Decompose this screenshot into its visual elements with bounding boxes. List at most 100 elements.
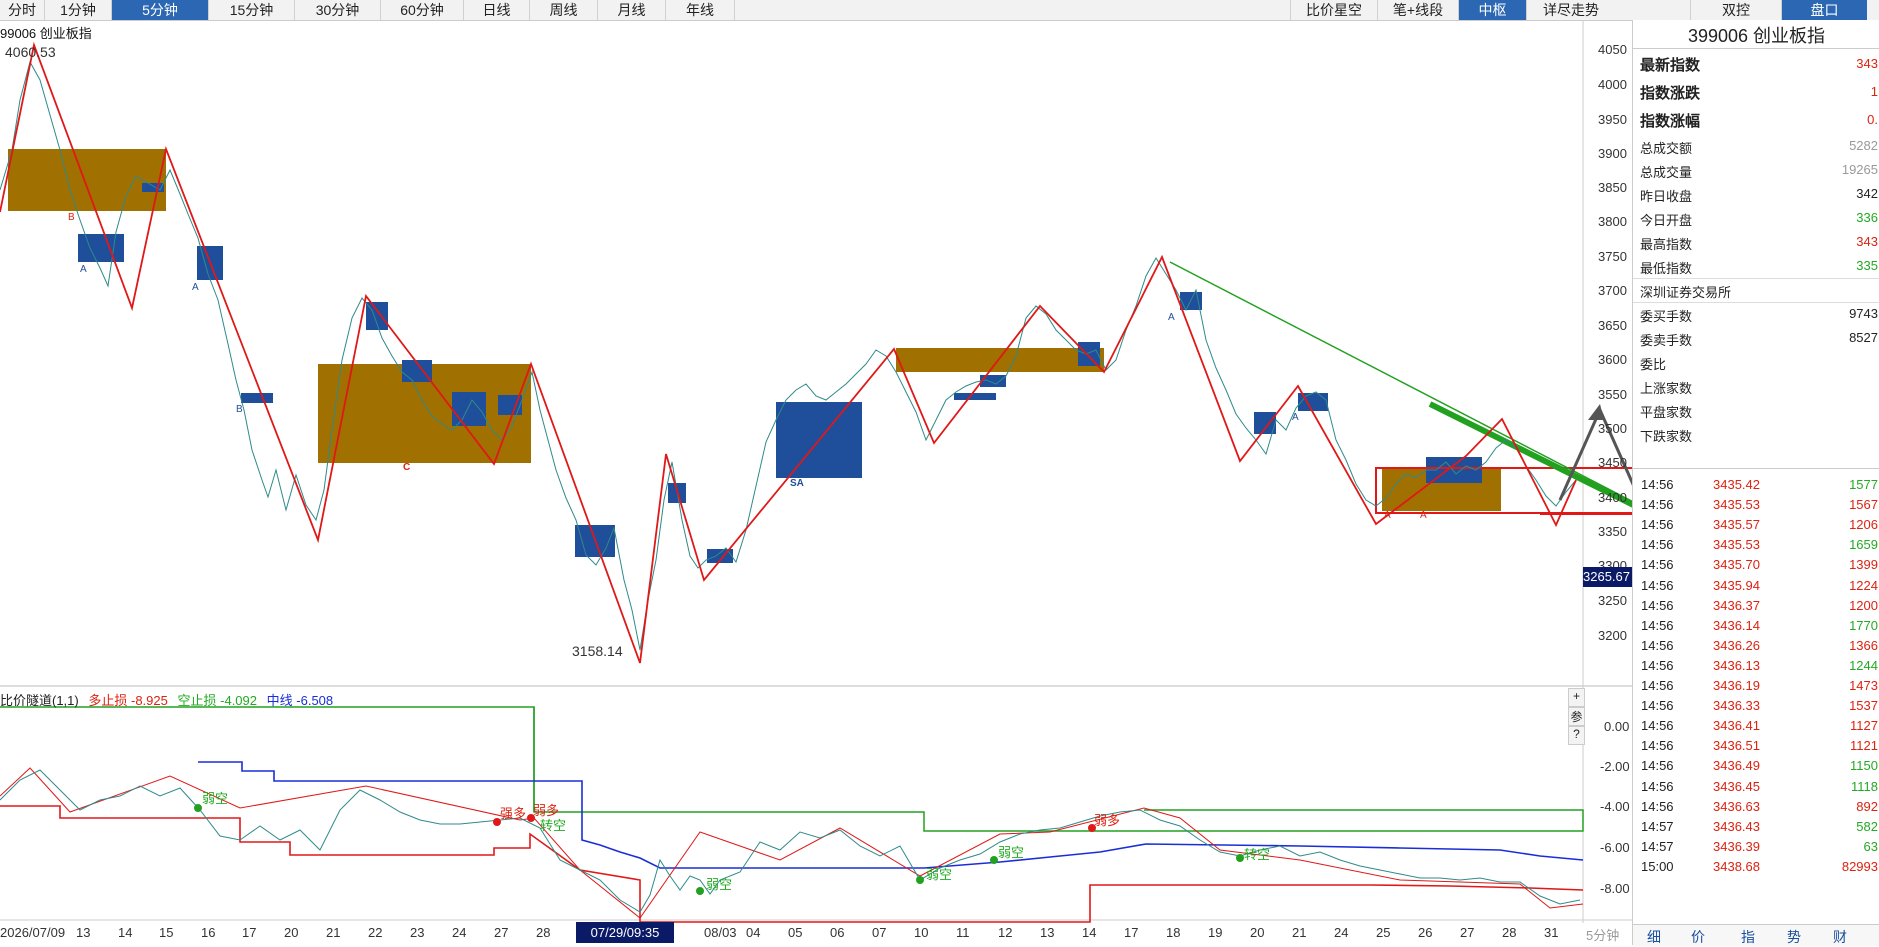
- date-tick: 28: [536, 925, 551, 940]
- price-tick: 3550: [1598, 387, 1627, 402]
- indicator-params-button[interactable]: 参: [1568, 707, 1585, 726]
- date-tick: 20: [284, 925, 299, 940]
- tick-time: 14:56: [1641, 678, 1674, 693]
- open-value: 336: [1856, 210, 1878, 225]
- tab-bi-segment[interactable]: 笔+线段: [1377, 0, 1458, 20]
- signal-label: 弱空: [202, 791, 229, 806]
- exchange-name: 深圳证券交易所: [1640, 285, 1732, 300]
- quote-bottom-tabs: 细 价 指 势 财: [1633, 924, 1879, 946]
- tick-price: 3436.63: [1713, 798, 1760, 814]
- tab-weekly[interactable]: 周线: [530, 0, 598, 20]
- tick-time: 14:56: [1641, 738, 1674, 754]
- tab-order-book[interactable]: 盘口: [1781, 0, 1867, 20]
- index-change-label: 指数涨跌: [1640, 85, 1701, 102]
- tick-price: 3436.45: [1713, 778, 1760, 794]
- date-tick: 17: [242, 925, 257, 940]
- tab-yearly[interactable]: 年线: [666, 0, 735, 20]
- tick-price: 3435.53: [1713, 497, 1760, 513]
- date-tick: 24: [452, 925, 467, 940]
- tick-volume: 1399: [1849, 557, 1878, 573]
- date-tick: 17: [1124, 925, 1139, 940]
- date-tick: 2026/07/09: [0, 925, 66, 940]
- add-indicator-button[interactable]: +: [1568, 688, 1585, 707]
- date-tick: 11: [956, 925, 970, 940]
- tab-detail[interactable]: 细: [1647, 927, 1661, 947]
- indicator-help-button[interactable]: ?: [1568, 726, 1585, 745]
- price-tick: 4000: [1598, 77, 1627, 92]
- kline-chart[interactable]: [0, 21, 1632, 923]
- tick-price: 3436.51: [1713, 738, 1760, 754]
- marker-b: B: [236, 404, 243, 415]
- open-label: 今日开盘: [1640, 213, 1693, 228]
- tick-price: 3436.33: [1713, 698, 1760, 714]
- tick-time: 14:56: [1641, 798, 1674, 814]
- index-pct-label: 指数涨幅: [1640, 113, 1701, 130]
- tick-price: 3435.94: [1713, 577, 1760, 593]
- date-tick: 27: [494, 925, 509, 940]
- tab-timeshare[interactable]: 分时: [0, 0, 45, 20]
- latest-index-value: 343: [1856, 56, 1878, 71]
- tick-volume: 1659: [1849, 537, 1878, 553]
- tick-volume: 1121: [1850, 738, 1878, 754]
- tab-daily[interactable]: 日线: [464, 0, 530, 20]
- tab-index[interactable]: 指: [1741, 927, 1755, 947]
- date-tick: 25: [1376, 925, 1391, 940]
- signal-label: 弱空: [926, 867, 953, 882]
- tab-detailed-trend[interactable]: 详尽走势: [1526, 0, 1615, 20]
- tick-price: 3436.37: [1713, 597, 1760, 613]
- date-tick: 06: [830, 925, 845, 940]
- tick-price: 3436.39: [1713, 838, 1760, 854]
- high-label: 最高指数: [1640, 237, 1693, 252]
- tab-monthly[interactable]: 月线: [598, 0, 666, 20]
- tick-row: 14:56 3436.33 1537: [1633, 698, 1879, 718]
- indicator-bi: [0, 767, 1584, 919]
- period-indicator: 5分钟: [1586, 928, 1620, 943]
- date-tick: 14: [118, 925, 133, 940]
- marker-a: A: [1420, 510, 1427, 521]
- tick-time: 14:56: [1641, 617, 1674, 633]
- price-series: [0, 60, 1577, 651]
- turnover-label: 总成交额: [1640, 141, 1693, 156]
- price-tick: 3400: [1598, 490, 1627, 505]
- tab-price[interactable]: 价: [1691, 927, 1705, 947]
- tab-finance[interactable]: 财: [1833, 927, 1847, 947]
- tick-row: 14:57 3436.43 582: [1633, 819, 1879, 839]
- marker-a: A: [1168, 312, 1175, 323]
- tick-time: 14:56: [1641, 698, 1674, 714]
- tab-dual-control[interactable]: 双控: [1690, 0, 1781, 20]
- tick-row: 14:56 3436.49 1150: [1633, 758, 1879, 778]
- price-tick: 4050: [1598, 42, 1627, 57]
- tab-1min[interactable]: 1分钟: [45, 0, 112, 20]
- tab-60min[interactable]: 60分钟: [381, 0, 464, 20]
- date-tick: 23: [410, 925, 425, 940]
- tick-volume: 1244: [1849, 657, 1878, 673]
- tick-volume: 1127: [1850, 718, 1878, 734]
- tick-time: 14:56: [1641, 497, 1674, 513]
- decliners-label: 下跌家数: [1640, 429, 1693, 444]
- tick-price: 3435.53: [1713, 537, 1760, 553]
- short-stop-label: 空止损: [177, 693, 217, 708]
- tab-5min[interactable]: 5分钟: [112, 0, 209, 20]
- tick-volume: 1118: [1851, 778, 1878, 794]
- tick-time: 14:56: [1641, 517, 1674, 533]
- indicator-series: [0, 769, 1581, 913]
- tick-volume: 1224: [1849, 577, 1878, 593]
- advancers-label: 上涨家数: [1640, 381, 1693, 396]
- tick-volume: 1770: [1849, 617, 1878, 633]
- tick-row: 15:00 3438.68 82993: [1633, 859, 1879, 879]
- index-change-value: 1: [1870, 84, 1878, 99]
- tick-time: 15:00: [1641, 858, 1674, 874]
- tick-time: 14:56: [1641, 637, 1674, 653]
- tab-trend[interactable]: 势: [1787, 927, 1801, 947]
- price-tick: 3500: [1598, 421, 1627, 436]
- price-tick: 3600: [1598, 352, 1627, 367]
- tab-ratio-star[interactable]: 比价星空: [1290, 0, 1377, 20]
- tab-30min[interactable]: 30分钟: [295, 0, 381, 20]
- unchanged-label: 平盘家数: [1640, 405, 1693, 420]
- tab-pivot[interactable]: 中枢: [1458, 0, 1526, 20]
- tab-15min[interactable]: 15分钟: [209, 0, 295, 20]
- date-tick: 05: [788, 925, 803, 940]
- marker-a: A: [80, 264, 87, 275]
- indicator-tick: -6.00: [1600, 840, 1630, 855]
- indicator-tick: -2.00: [1600, 759, 1630, 774]
